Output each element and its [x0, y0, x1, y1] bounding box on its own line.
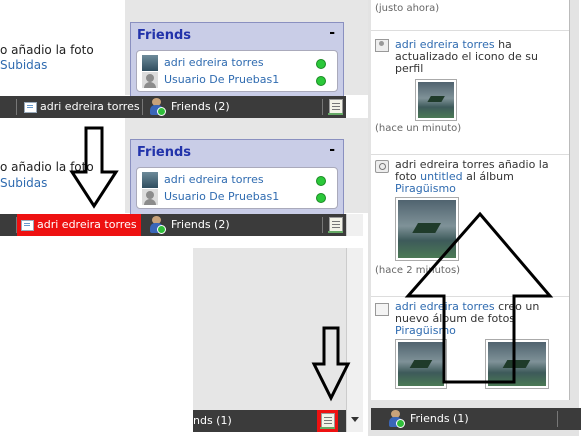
- down-arrow-annotation: [69, 126, 119, 209]
- up-arrow-annotation: [404, 211, 554, 384]
- down-arrow-annotation: [311, 326, 351, 402]
- annotation-arrows: [69, 126, 554, 402]
